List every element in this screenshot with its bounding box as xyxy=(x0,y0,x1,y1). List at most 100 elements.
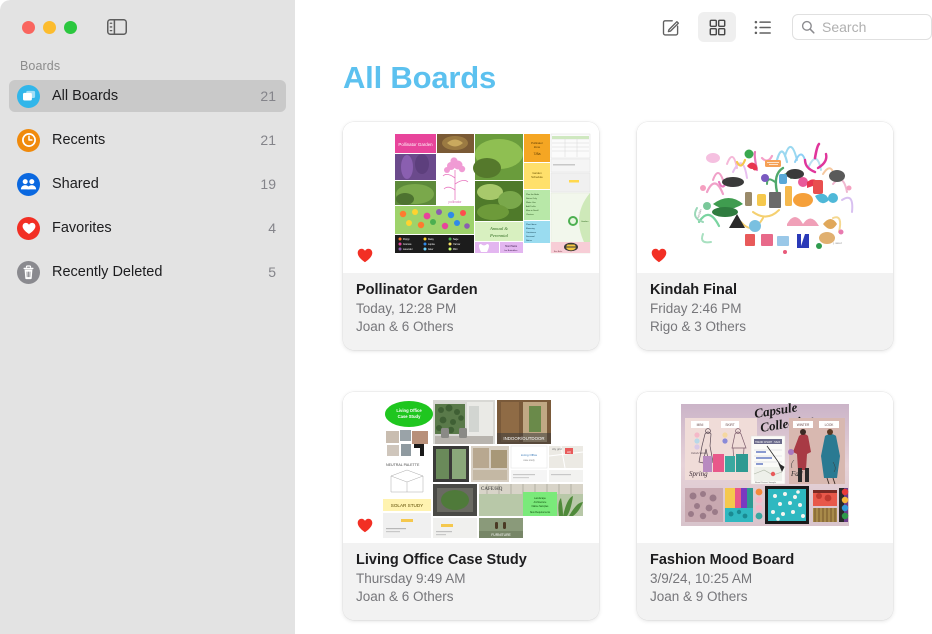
svg-text:MINI: MINI xyxy=(697,423,704,427)
sidebar-item-count: 4 xyxy=(268,220,276,236)
sidebar-item-label: Shared xyxy=(52,176,99,192)
people-icon xyxy=(17,172,40,196)
sidebar-item-shared[interactable]: Shared 19 xyxy=(9,168,286,200)
svg-text:FURNITURE: FURNITURE xyxy=(491,533,511,537)
svg-text:Plan the Beds: Plan the Beds xyxy=(526,193,539,196)
svg-text:Native: Native xyxy=(526,239,533,242)
sidebar-section-label: Boards xyxy=(20,59,61,73)
boards-icon xyxy=(17,84,40,108)
favorite-heart-icon[interactable] xyxy=(357,248,373,263)
favorite-heart-icon[interactable] xyxy=(357,518,373,533)
list-icon xyxy=(754,20,772,35)
living-office-thumbnail: Living Office Case Study NEUTRAL PALETTE xyxy=(343,392,599,543)
svg-text:Garden: Garden xyxy=(581,220,589,223)
grid-view-button[interactable] xyxy=(698,12,736,42)
toolbar xyxy=(295,0,932,54)
board-date: Friday 2:46 PM xyxy=(650,301,742,316)
svg-text:HQ: HQ xyxy=(567,450,571,454)
sidebar-nav-list: All Boards 21 Recents 21 Shared 19 Favor… xyxy=(0,80,295,300)
svg-text:trend colors: trend colors xyxy=(691,451,707,455)
board-date: Today, 12:28 PM xyxy=(356,301,457,316)
svg-text:Annual &: Annual & xyxy=(489,226,508,231)
sidebar-item-label: Favorites xyxy=(52,220,112,236)
sidebar-item-count: 21 xyxy=(260,88,276,104)
svg-text:INDOOR/OUTDOOR: INDOOR/OUTDOOR xyxy=(503,436,544,441)
board-people: Rigo & 3 Others xyxy=(650,318,747,334)
svg-text:Blooming: Blooming xyxy=(526,228,536,230)
board-people: Joan & 6 Others xyxy=(356,588,454,604)
svg-text:CAFE/HQ: CAFE/HQ xyxy=(481,487,503,492)
sidebar-toggle-icon[interactable] xyxy=(106,18,128,36)
fashion-mood-board-thumbnail: MINI SKIRT trend colors Spring Capsule C… xyxy=(637,392,893,543)
svg-text:Sage: Sage xyxy=(453,239,459,241)
svg-text:Containers: Containers xyxy=(526,231,536,234)
svg-text:WINTER: WINTER xyxy=(797,423,810,427)
svg-text:Living Office: Living Office xyxy=(521,453,538,457)
sidebar-item-favorites[interactable]: Favorites 4 xyxy=(9,212,286,244)
sidebar-item-label: Recents xyxy=(52,132,106,148)
svg-text:7/8a: 7/8a xyxy=(534,152,541,156)
svg-text:Mint: Mint xyxy=(453,248,458,251)
page-title: All Boards xyxy=(343,60,497,95)
board-title: Living Office Case Study xyxy=(356,552,527,568)
svg-text:Host Plants: Host Plants xyxy=(505,245,518,248)
board-people: Joan & 6 Others xyxy=(356,318,454,334)
close-button[interactable] xyxy=(22,20,35,34)
trash-icon xyxy=(17,260,40,284)
traffic-lights xyxy=(22,20,77,34)
svg-text:Living Office: Living Office xyxy=(396,408,422,413)
svg-text:Clusters: Clusters xyxy=(526,213,534,216)
svg-text:SKIRT: SKIRT xyxy=(725,423,734,427)
board-card[interactable]: Pollinator Garden pollinator Poppy Daisy… xyxy=(343,122,599,350)
svg-text:LOOK: LOOK xyxy=(825,423,835,427)
search-input[interactable] xyxy=(822,19,923,35)
board-title: Pollinator Garden xyxy=(356,282,478,298)
search-field[interactable] xyxy=(792,14,932,40)
board-card[interactable]: Living Office Case Study NEUTRAL PALETTE xyxy=(343,392,599,620)
svg-text:Architecture: Architecture xyxy=(534,501,547,504)
board-thumbnail: MINI SKIRT trend colors Spring Capsule C… xyxy=(637,392,893,543)
board-thumbnail: kindah j. wool xyxy=(637,122,893,273)
board-thumbnail: Living Office Case Study NEUTRAL PALETTE xyxy=(343,392,599,543)
zoom-button[interactable] xyxy=(64,20,77,34)
list-view-button[interactable] xyxy=(744,12,782,42)
svg-text:Seasonal: Seasonal xyxy=(526,236,535,238)
board-card[interactable]: kindah j. wool Kindah Final Friday 2:46 … xyxy=(637,122,893,350)
svg-text:Bee Balm: Bee Balm xyxy=(554,251,563,253)
svg-text:Daisy: Daisy xyxy=(428,239,435,241)
sidebar-item-count: 21 xyxy=(260,132,276,148)
sidebar-item-recents[interactable]: Recents 21 xyxy=(9,124,286,156)
svg-text:pollinator: pollinator xyxy=(449,200,463,204)
svg-text:Landscape: Landscape xyxy=(534,497,546,500)
svg-text:Lavender: Lavender xyxy=(403,248,413,251)
grid-icon xyxy=(709,19,726,36)
svg-text:Water Use: Water Use xyxy=(526,201,537,204)
board-people: Joan & 9 Others xyxy=(650,588,748,604)
pollinator-garden-thumbnail: Pollinator Garden pollinator Poppy Daisy… xyxy=(343,122,599,273)
svg-text:Retail District Sample: Retail District Sample xyxy=(755,481,777,484)
board-meta: Pollinator Garden Today, 12:28 PM Joan &… xyxy=(343,273,599,350)
app-window: Boards All Boards 21 Recents 21 Shared 1… xyxy=(0,0,932,634)
minimize-button[interactable] xyxy=(43,20,56,34)
sidebar-item-all-boards[interactable]: All Boards 21 xyxy=(9,80,286,112)
svg-text:NEUTRAL PALETTE: NEUTRAL PALETTE xyxy=(386,463,420,467)
favorite-heart-icon[interactable] xyxy=(651,248,667,263)
sidebar-item-count: 5 xyxy=(268,264,276,280)
sidebar-item-recently-deleted[interactable]: Recently Deleted 5 xyxy=(9,256,286,288)
svg-text:TREND CHART · SS24: TREND CHART · SS24 xyxy=(755,441,781,444)
svg-text:case study: case study xyxy=(523,459,535,462)
board-card[interactable]: MINI SKIRT trend colors Spring Capsule C… xyxy=(637,392,893,620)
svg-text:Lupine: Lupine xyxy=(428,244,436,246)
svg-text:Schedule: Schedule xyxy=(531,175,543,179)
clock-icon xyxy=(17,128,40,152)
sidebar: Boards All Boards 21 Recents 21 Shared 1… xyxy=(0,0,295,634)
svg-text:for Butterflies: for Butterflies xyxy=(505,249,519,252)
sidebar-item-count: 19 xyxy=(260,176,276,192)
compose-icon xyxy=(662,18,681,37)
svg-text:Native Only: Native Only xyxy=(526,197,538,200)
svg-text:Zone: Zone xyxy=(534,145,541,149)
svg-text:SOLAR STUDY: SOLAR STUDY xyxy=(391,503,423,508)
svg-text:Mow in Small: Mow in Small xyxy=(526,210,539,212)
svg-text:Cosmos: Cosmos xyxy=(403,244,412,246)
new-board-button[interactable] xyxy=(652,12,690,42)
